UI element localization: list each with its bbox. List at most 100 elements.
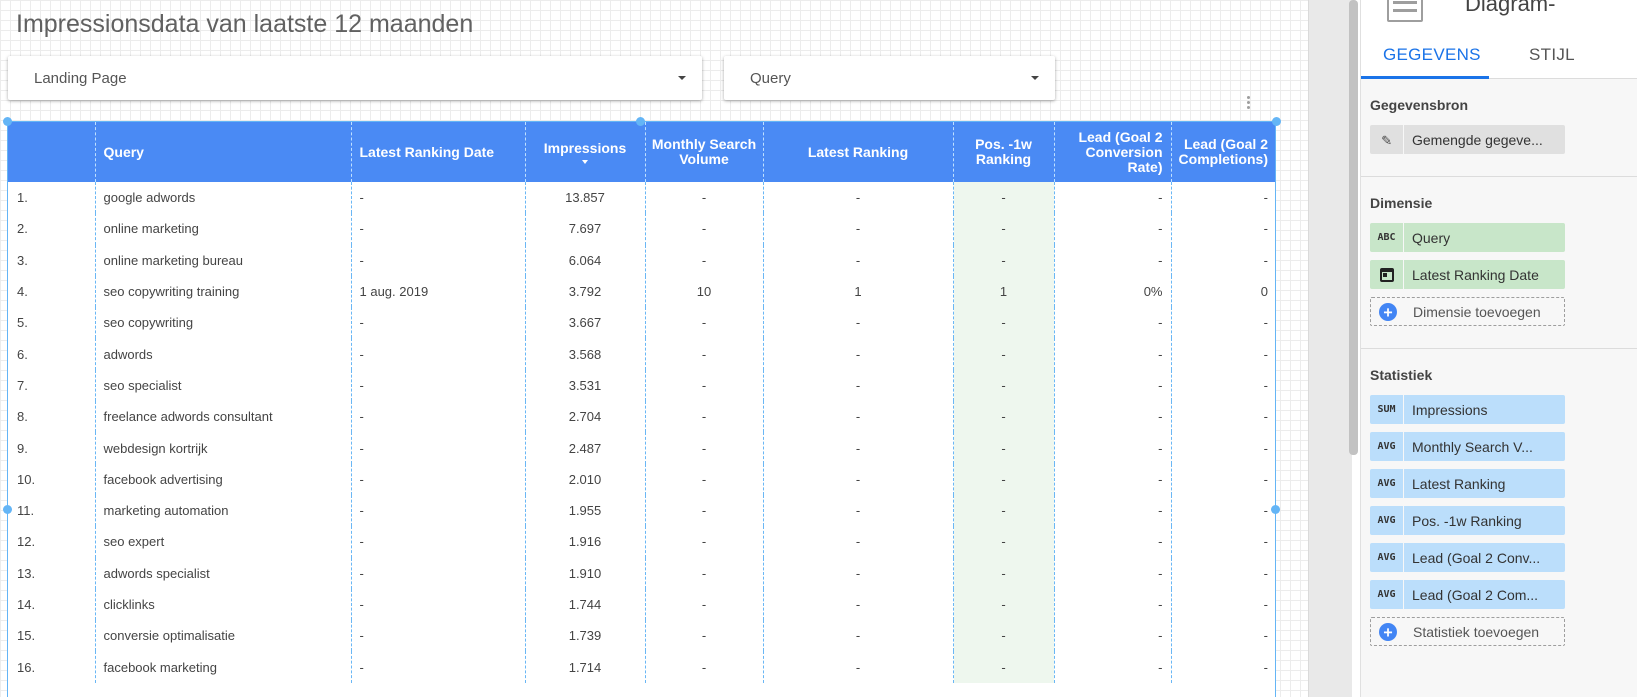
tab-stijl[interactable]: STIJL — [1529, 45, 1575, 65]
cell-lead-completions: 0 — [1170, 275, 1275, 308]
row-index: 3. — [17, 252, 28, 268]
metric-label: Lead (Goal 2 Com... — [1412, 586, 1539, 603]
cell-impressions: 1.916 — [524, 526, 645, 558]
row-index: 8. — [17, 409, 28, 425]
add-metric-label: Statistiek toevoegen — [1413, 623, 1540, 640]
cell-query: seo copywriting training — [94, 275, 351, 308]
cell-latest-ranking: - — [762, 557, 953, 589]
dimension-section: Dimensie ABC Query Latest Ranking Date +… — [1361, 177, 1637, 349]
cell-monthly-search-volume: - — [644, 369, 763, 402]
cell-lead-conversion-rate: - — [1053, 307, 1171, 339]
cell-query: online marketing bureau — [94, 244, 351, 276]
cell-latest-ranking: - — [762, 182, 953, 214]
report-title[interactable]: Impressionsdata van laatste 12 maanden — [16, 10, 473, 39]
table-body: 1. google adwords -13.857- - - - -2. online mar… — [8, 182, 1275, 683]
table-row[interactable]: 10. facebook advertising -2.010- - - - - — [8, 463, 1275, 495]
table-row[interactable]: 4. seo copywriting training 1 aug. 2019 3.7… — [8, 275, 1275, 308]
row-index: 14. — [17, 597, 36, 612]
datasource-chip[interactable]: ✎ Gemengde gegeve... — [1370, 125, 1565, 154]
row-index: 7. — [17, 377, 28, 393]
add-dimension-button[interactable]: + Dimensie toevoegen — [1370, 297, 1565, 326]
add-metric-button[interactable]: + Statistiek toevoegen — [1370, 617, 1565, 646]
text-type-icon: ABC — [1370, 223, 1404, 252]
cell-impressions: 13.857 — [524, 182, 645, 214]
cell-latest-ranking: - — [762, 338, 953, 370]
cell-latest-ranking: - — [762, 526, 953, 558]
header-latest-ranking[interactable]: Latest Ranking — [762, 122, 953, 182]
resize-handle-top[interactable] — [636, 117, 645, 126]
cell-lead-conversion-rate: 0% — [1053, 275, 1171, 308]
cell-impressions: 3.531 — [524, 369, 645, 402]
header-lead-conversion-rate[interactable]: Lead (Goal 2 Conversion Rate) — [1053, 122, 1171, 182]
metric-label: Impressions — [1412, 401, 1488, 418]
table-row[interactable]: 6. adwords -3.568- - - - - — [8, 338, 1275, 370]
cell-monthly-search-volume: - — [644, 338, 763, 370]
header-monthly-search-volume[interactable]: Monthly Search Volume — [644, 122, 763, 182]
table-row[interactable]: 15. conversie optimalisatie -1.739- - - - - — [8, 620, 1275, 652]
cell-latest-ranking-date: 1 aug. 2019 — [350, 275, 525, 308]
cell-monthly-search-volume: - — [644, 401, 763, 433]
cell-query: seo specialist — [94, 369, 351, 402]
calendar-icon — [1370, 260, 1404, 289]
cell-latest-ranking: - — [762, 620, 953, 652]
cell-latest-ranking-date: - — [350, 526, 525, 558]
table-row[interactable]: 16. facebook marketing -1.714- - - - - — [8, 651, 1275, 683]
cell-query: marketing automation — [94, 494, 351, 527]
cell-impressions: 2.704 — [524, 401, 645, 433]
table-row[interactable]: 14. clicklinks -1.744- - - - - — [8, 588, 1275, 621]
data-table[interactable]: Query Latest Ranking Date Impressions Mo… — [7, 121, 1276, 697]
cell-latest-ranking: - — [762, 494, 953, 527]
table-row[interactable]: 9. webdesign kortrijk -2.487- - - - - — [8, 432, 1275, 464]
header-impressions[interactable]: Impressions — [524, 122, 645, 182]
row-index: 15. — [17, 628, 36, 644]
dimension-chip-latest-ranking-date[interactable]: Latest Ranking Date — [1370, 260, 1565, 289]
dimension-chip-query[interactable]: ABC Query — [1370, 223, 1565, 252]
resize-handle-right[interactable] — [1271, 505, 1280, 514]
header-pos-1w-ranking[interactable]: Pos. -1w Ranking — [952, 122, 1054, 182]
cell-latest-ranking: - — [762, 401, 953, 433]
header-lead-completions[interactable]: Lead (Goal 2 Completions) — [1170, 122, 1275, 182]
metric-chip[interactable]: AVG Lead (Goal 2 Com... — [1370, 580, 1565, 609]
pencil-icon[interactable]: ✎ — [1370, 125, 1404, 154]
cell-lead-completions: - — [1170, 620, 1275, 652]
table-row[interactable]: 12. seo expert -1.916- - - - - — [8, 526, 1275, 558]
query-filter[interactable]: Query — [724, 56, 1055, 100]
table-row[interactable]: 8. freelance adwords consultant -2.704- - - -… — [8, 401, 1275, 433]
more-options-icon[interactable] — [1247, 96, 1251, 111]
cell-latest-ranking-date: - — [350, 432, 525, 464]
dimension-label: Latest Ranking Date — [1412, 266, 1539, 283]
metric-chip[interactable]: AVG Monthly Search V... — [1370, 432, 1565, 461]
metric-chip[interactable]: AVG Latest Ranking — [1370, 469, 1565, 498]
metric-chip[interactable]: AVG Pos. -1w Ranking — [1370, 506, 1565, 535]
canvas-gutter — [1308, 0, 1352, 697]
table-row[interactable]: 7. seo specialist -3.531- - - - - — [8, 369, 1275, 402]
cell-lead-conversion-rate: - — [1053, 182, 1171, 214]
resize-handle-left[interactable] — [3, 505, 12, 514]
table-row[interactable]: 11. marketing automation -1.955- - - - - — [8, 494, 1275, 527]
metric-chip[interactable]: SUM Impressions — [1370, 395, 1565, 424]
cell-monthly-search-volume: - — [644, 213, 763, 245]
tab-gegevens[interactable]: GEGEVENS — [1383, 45, 1481, 65]
vertical-scrollbar[interactable] — [1349, 0, 1358, 455]
resize-handle-top-right[interactable] — [1272, 117, 1281, 126]
metric-chip[interactable]: AVG Lead (Goal 2 Conv... — [1370, 543, 1565, 572]
table-row[interactable]: 1. google adwords -13.857- - - - - — [8, 182, 1275, 214]
metric-label: Monthly Search V... — [1412, 438, 1533, 455]
table-row[interactable]: 13. adwords specialist -1.910- - - - - — [8, 557, 1275, 589]
landing-page-filter[interactable]: Landing Page — [8, 56, 702, 100]
resize-handle-top-left[interactable] — [3, 117, 12, 126]
header-query[interactable]: Query — [94, 122, 351, 182]
table-row[interactable]: 2. online marketing -7.697- - - - - — [8, 213, 1275, 245]
table-row[interactable]: 3. online marketing bureau -6.064- - - - - — [8, 244, 1275, 276]
cell-latest-ranking-date: - — [350, 588, 525, 621]
table-row[interactable]: 5. seo copywriting -3.667- - - - - — [8, 307, 1275, 339]
cell-monthly-search-volume: - — [644, 588, 763, 621]
row-index: 16. — [17, 659, 36, 675]
cell-pos-1w-ranking: - — [952, 401, 1054, 433]
datasource-section: Gegevensbron ✎ Gemengde gegeve... — [1361, 79, 1637, 177]
cell-lead-completions: - — [1170, 244, 1275, 276]
chart-name[interactable]: Diagram- — [1465, 0, 1555, 17]
cell-lead-conversion-rate: - — [1053, 557, 1171, 589]
header-impressions-label: Impressions — [543, 139, 627, 156]
header-latest-ranking-date[interactable]: Latest Ranking Date — [350, 122, 525, 182]
